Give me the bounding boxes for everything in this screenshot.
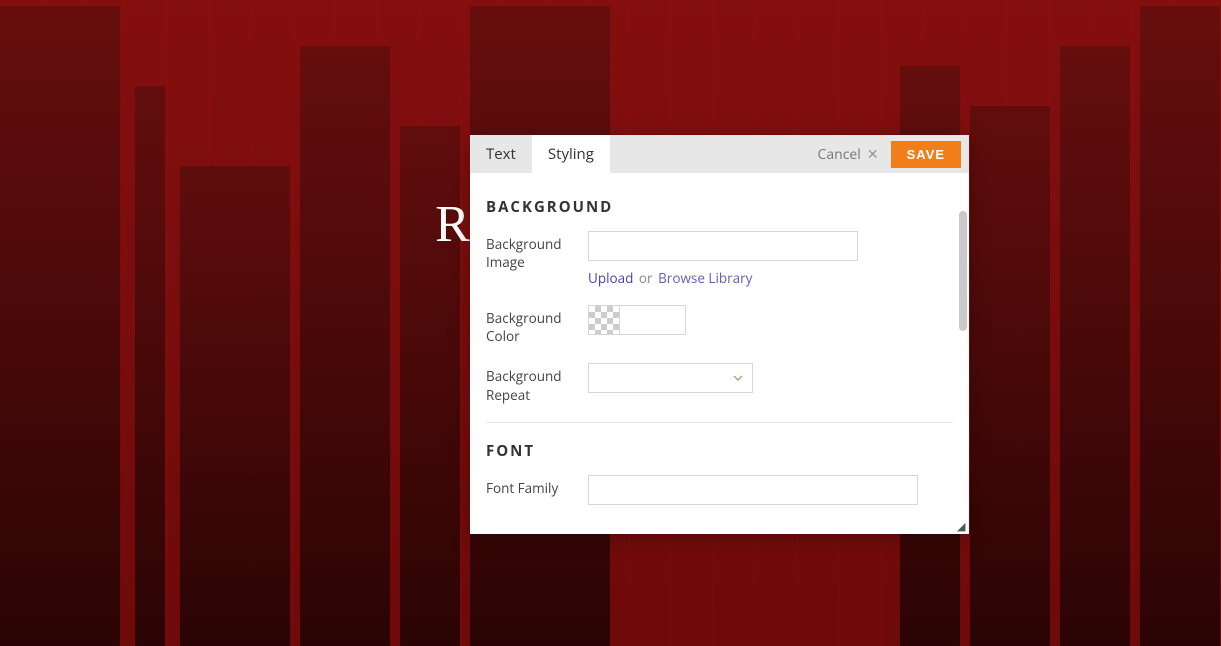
or-text: or (639, 269, 653, 287)
scrollbar-thumb[interactable] (959, 211, 967, 331)
section-title-font: FONT (486, 441, 953, 461)
section-title-background: BACKGROUND (486, 197, 953, 217)
font-family-input[interactable] (588, 475, 918, 505)
bg-color-label: Background Color (486, 305, 588, 345)
bg-image-label: Background Image (486, 231, 588, 271)
font-family-label: Font Family (486, 475, 588, 497)
cancel-button[interactable]: Cancel ✕ (818, 135, 891, 173)
close-icon: ✕ (867, 145, 879, 164)
bg-color-swatch[interactable] (588, 305, 620, 335)
upload-link[interactable]: Upload (588, 269, 633, 287)
bg-image-input[interactable] (588, 231, 858, 261)
bg-repeat-label: Background Repeat (486, 363, 588, 403)
tab-styling[interactable]: Styling (532, 135, 610, 173)
bg-repeat-select[interactable] (588, 363, 753, 393)
panel-body: BACKGROUND Background Image Upload or Br… (470, 173, 969, 534)
bg-image-upload-line: Upload or Browse Library (588, 269, 953, 287)
cancel-label: Cancel (818, 145, 861, 164)
save-button[interactable]: SAVE (891, 141, 961, 168)
style-panel: Text Styling Cancel ✕ SAVE BACKGROUND Ba… (470, 135, 969, 534)
tab-text[interactable]: Text (470, 135, 532, 173)
resize-handle-icon[interactable]: ◢ (957, 522, 967, 532)
scrollbar-track[interactable] (957, 173, 969, 534)
divider (486, 422, 953, 423)
bg-color-input[interactable] (620, 305, 686, 335)
panel-tabs: Text Styling Cancel ✕ SAVE (470, 135, 969, 173)
browse-library-link[interactable]: Browse Library (658, 269, 752, 287)
